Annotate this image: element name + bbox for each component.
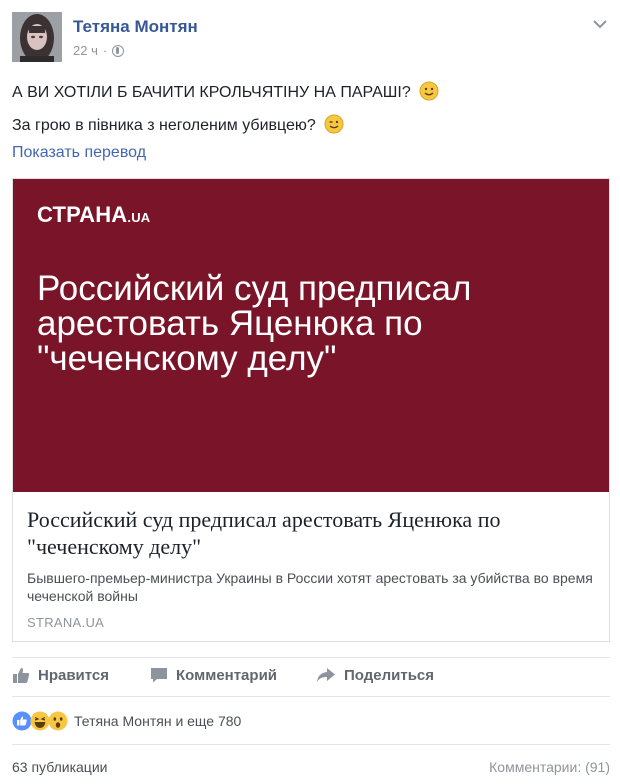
comments-count[interactable]: Комментарии: (91) xyxy=(489,759,610,775)
card-body: Российский суд предписал арестовать Яцен… xyxy=(27,506,597,605)
like-button[interactable]: Нравится xyxy=(12,666,109,684)
share-button[interactable]: Поделиться xyxy=(316,666,434,684)
action-bar: Нравится Комментарий Поделиться xyxy=(12,662,610,692)
comment-icon xyxy=(151,668,167,683)
image-headline: Российский суд предписал арестовать Яцен… xyxy=(37,269,472,378)
post-text-line-2: За грою в півника з неголеним убивцею? xyxy=(12,117,316,134)
link-preview-card[interactable]: СТРАНА.UA Российский суд предписал арест… xyxy=(12,178,610,642)
share-label: Поделиться xyxy=(344,666,435,684)
card-image[interactable]: СТРАНА.UA Российский суд предписал арест… xyxy=(13,179,609,492)
post-footer: 63 публикации Комментарии: (91) xyxy=(12,759,610,775)
reactions-summary[interactable]: Тетяна Монтян и еще 780 xyxy=(12,709,241,733)
post-header: Тетяна Монтян 22 ч · xyxy=(12,12,608,66)
card-title[interactable]: Российский суд предписал арестовать Яцен… xyxy=(27,506,597,560)
card-description: Бывшего-премьер-министра Украины в Росси… xyxy=(27,570,593,604)
divider xyxy=(12,744,610,745)
site-logo-suffix: .UA xyxy=(127,210,151,225)
chevron-down-icon[interactable] xyxy=(592,18,608,30)
post-time[interactable]: 22 ч xyxy=(73,43,98,58)
shares-count[interactable]: 63 публикации xyxy=(12,759,107,775)
reactions-text[interactable]: Тетяна Монтян и еще 780 xyxy=(74,713,241,729)
haha-icon xyxy=(30,711,50,731)
wow-icon xyxy=(48,711,68,731)
comment-label: Комментарий xyxy=(176,666,278,684)
card-domain: STRANA.UA xyxy=(27,615,105,630)
divider xyxy=(12,657,610,658)
author-avatar[interactable] xyxy=(12,12,62,62)
post-text-line-1: А ВИ ХОТІЛИ Б БАЧИТИ КРОЛЬЧЯТІНУ НА ПАРА… xyxy=(12,84,411,101)
site-logo: СТРАНА.UA xyxy=(37,202,150,228)
globe-icon[interactable] xyxy=(112,44,125,57)
post-text-line: А ВИ ХОТІЛИ Б БАЧИТИ КРОЛЬЧЯТІНУ НА ПАРА… xyxy=(12,81,439,102)
author-name[interactable]: Тетяна Монтян xyxy=(73,17,198,37)
share-arrow-icon xyxy=(317,668,335,682)
post-text-line: За грою в півника з неголеним убивцею? xyxy=(12,114,344,135)
thumbs-up-icon xyxy=(13,668,30,683)
wink-emoji-icon xyxy=(324,114,344,134)
like-icon xyxy=(12,711,32,731)
comment-button[interactable]: Комментарий xyxy=(150,666,277,684)
like-label: Нравится xyxy=(38,666,110,684)
see-translation-link[interactable]: Показать перевод xyxy=(12,144,146,162)
post-meta: 22 ч · xyxy=(73,43,125,58)
site-logo-text: СТРАНА xyxy=(37,202,128,227)
divider xyxy=(12,696,610,697)
smile-emoji-icon xyxy=(419,81,439,101)
